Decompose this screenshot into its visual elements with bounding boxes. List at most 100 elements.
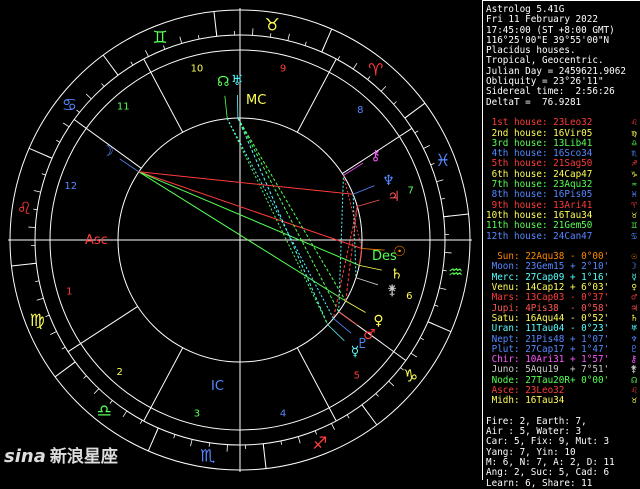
planet-pointer-line [225, 96, 227, 119]
leo-icon: ♌ [17, 199, 32, 219]
degree-tick [389, 381, 394, 386]
degree-tick [263, 444, 264, 451]
degree-tick [29, 263, 36, 264]
midheaven-label: MC [246, 93, 266, 108]
degree-tick [34, 191, 41, 193]
header-line: DeltaT = 76.9281 [486, 98, 640, 108]
house-cusp-line [144, 348, 183, 421]
degree-tick [428, 322, 434, 325]
degree-tick [288, 34, 290, 41]
house-number: 8 [357, 105, 363, 116]
jupiter-chart-icon: ♃ [388, 189, 401, 205]
house-cusp-row: 12th house: 24Can47♋ [486, 232, 640, 242]
house-number: 1 [66, 287, 72, 298]
degree-tick [37, 298, 44, 300]
scorpio-icon: ♏ [200, 447, 215, 467]
degree-tick [140, 420, 142, 424]
degree-tick [437, 180, 444, 182]
gemini-icon: ♊ [152, 28, 167, 48]
house-number: 4 [280, 409, 286, 420]
element-stat-line-text: Learn: 6, Share: 11 [486, 478, 592, 489]
house-number: 5 [354, 370, 360, 381]
house-cusp-line [297, 348, 336, 421]
aquarius-icon: ♒ [448, 263, 463, 283]
degree-tick [46, 315, 50, 316]
cancer-icon: ♋ [62, 95, 77, 115]
planet-pointer-line [120, 159, 139, 172]
gemini-glyph: ♊ [631, 221, 637, 231]
house-number: 11 [117, 102, 130, 113]
aspect-line [139, 172, 359, 266]
saturn-chart-icon: ♄ [390, 266, 403, 282]
planet-position: 16Tau34 [520, 395, 570, 406]
ascendant-label: Asc [85, 233, 108, 248]
capricorn-icon: ♑ [403, 367, 418, 387]
degree-tick [423, 145, 429, 148]
degree-tick [42, 174, 46, 175]
degree-tick [191, 439, 193, 446]
degree-tick [281, 441, 282, 445]
house-number: 2 [117, 367, 123, 378]
descendant-label: Des [372, 249, 397, 264]
degree-tick [362, 405, 366, 411]
libra-icon: ♎ [97, 402, 112, 422]
aspect-line [339, 175, 344, 311]
planet-pointer-line [357, 200, 379, 206]
aries-icon: ♈ [368, 60, 383, 80]
element-stat-line: Learn: 6, Share: 11 [486, 479, 640, 489]
degree-tick [338, 56, 340, 60]
chiron-chart-icon: ⚷ [371, 148, 381, 164]
planet-pointer-line [353, 186, 374, 195]
house-numbers: 123456789101112 [64, 63, 414, 419]
sina-site-name: 新浪星座 [50, 447, 118, 467]
aspect-line [359, 249, 361, 266]
house-number: 7 [407, 185, 413, 196]
degree-tick [411, 353, 417, 357]
house-number: 12 [64, 181, 77, 192]
degree-tick [46, 155, 52, 158]
aspect-line [139, 172, 346, 301]
degree-tick [83, 376, 86, 379]
moon-chart-icon: ☽ [101, 144, 114, 160]
planet-pointer-line [333, 318, 351, 333]
degree-tick [394, 102, 397, 105]
degree-tick [131, 62, 133, 65]
midheaven-glyph: ♉ [631, 396, 637, 406]
degree-tick [56, 140, 60, 142]
degree-tick [63, 123, 69, 127]
degree-tick [305, 42, 306, 46]
planet-pointer-line [339, 312, 358, 326]
sina-logo-text: sina [4, 446, 46, 467]
degree-tick [415, 131, 418, 133]
degree-tick [70, 362, 76, 366]
house-position: 24Can47 [548, 231, 593, 242]
planet-pointer-line [343, 163, 363, 175]
sina-watermark: sina新浪星座 [4, 442, 118, 467]
house-number: 3 [194, 409, 200, 420]
pluto-chart-icon: ♇ [356, 336, 369, 352]
node-chart-icon: ☊ [217, 74, 229, 90]
degree-tick [381, 86, 386, 91]
house-number: 10 [191, 63, 204, 74]
degree-tick [443, 270, 447, 271]
degree-tick [145, 50, 148, 56]
planet-pointer-line [328, 325, 345, 341]
house-cusp-line [144, 59, 183, 132]
uranus-chart-icon: ♅ [231, 73, 244, 89]
aspect-line [238, 118, 339, 312]
degree-tick [198, 35, 199, 39]
degree-tick [441, 198, 445, 199]
uranus-glyph: ♅ [631, 324, 637, 334]
house-cusp-line [68, 306, 138, 351]
neptune-chart-icon: ♆ [382, 173, 395, 189]
cancer-glyph: ♋ [631, 232, 637, 242]
aspect-line [227, 119, 333, 319]
degree-tick [405, 114, 411, 118]
degree-tick [434, 305, 438, 306]
degree-tick [50, 331, 56, 334]
degree-tick [86, 94, 91, 99]
degree-tick [174, 434, 175, 438]
sagittarius-icon: ♐ [312, 434, 327, 454]
house-number: 9 [280, 63, 286, 74]
aspect-lines [139, 118, 362, 325]
